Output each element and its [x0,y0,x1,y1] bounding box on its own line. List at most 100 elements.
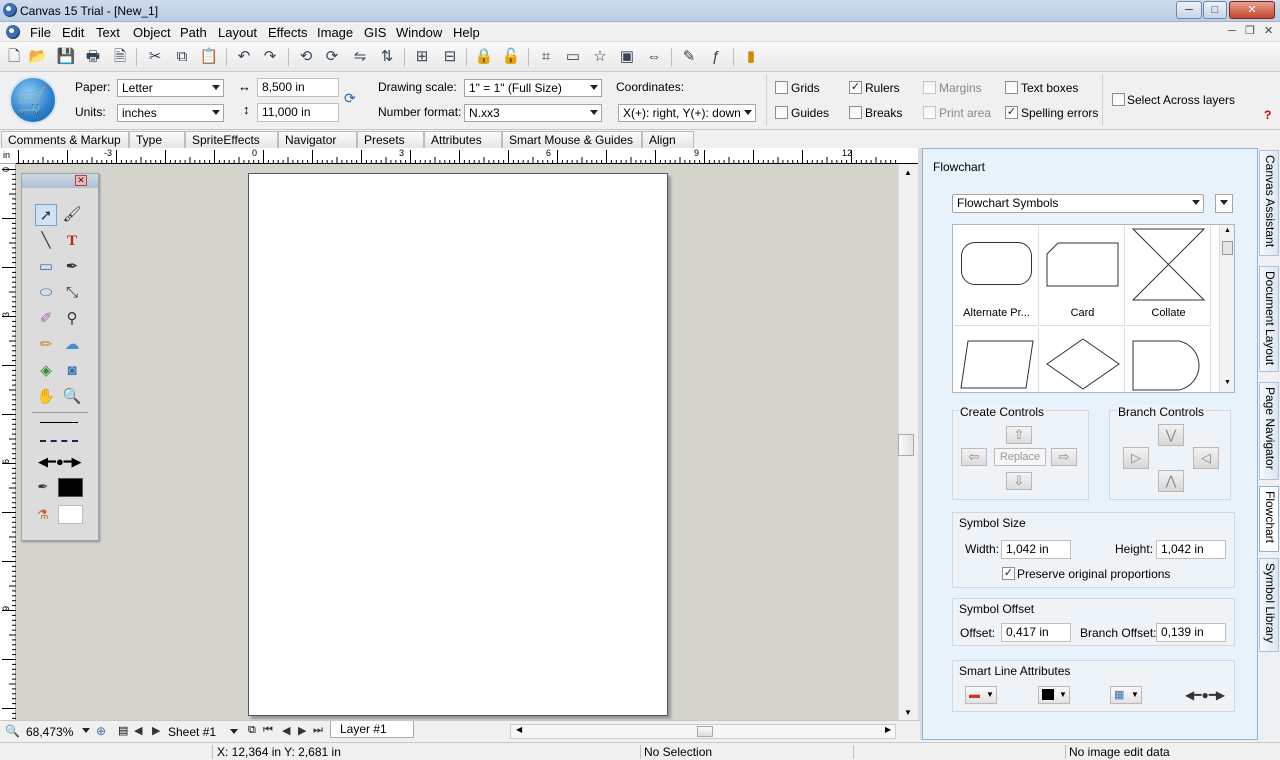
document-page[interactable] [248,173,668,716]
symbol-data[interactable] [954,328,1039,392]
scroll-thumb[interactable] [1222,241,1233,255]
group-icon[interactable]: ⊞ [412,47,432,67]
symbol-library-select[interactable]: Flowchart Symbols [952,194,1204,213]
stroke-color-swatch[interactable] [58,478,83,497]
guides-checkbox[interactable] [775,106,788,119]
coordinates-select[interactable]: X(+): right, Y(+): down [618,104,756,122]
arrowheads-icon[interactable]: ◀━●━▶ [1185,688,1225,702]
tab-navigator[interactable]: Navigator [278,131,357,148]
menu-edit[interactable]: Edit [62,25,84,40]
grids-checkbox[interactable] [775,81,788,94]
print-preview-icon[interactable]: 🗎 [110,47,130,67]
menu-effects[interactable]: Effects [268,25,308,40]
symbol-delay[interactable] [1126,328,1211,392]
sheet-selector[interactable]: Sheet #1 [168,725,216,739]
layers-icon[interactable]: ⧉ [248,724,256,737]
tab-spriteeffects[interactable]: SpriteEffects [185,131,278,148]
node-tool-icon[interactable]: ⤡ [61,282,83,304]
menu-image[interactable]: Image [317,25,353,40]
unlock-icon[interactable]: 🔓 [501,47,521,67]
branch-down-button[interactable]: ⋀ [1158,470,1184,492]
drawing-scale-select[interactable]: 1" = 1" (Full Size) [464,79,602,97]
branch-offset-input[interactable]: 0,139 in [1156,623,1226,642]
store-cart-icon[interactable]: 🛒 [9,76,57,124]
select-across-layers-checkbox[interactable] [1112,93,1125,106]
pencil-tool-icon[interactable]: ✏ [35,334,57,356]
new-icon[interactable]: 🗋 [4,47,24,67]
lock-icon[interactable]: 🔒 [474,47,494,67]
branch-up-button[interactable]: ⋁ [1158,424,1184,446]
ghost-tool-icon[interactable]: ☁ [61,334,83,356]
eyedropper-tool-icon[interactable]: ⚲ [61,308,83,330]
text-boxes-checkbox[interactable] [1005,81,1018,94]
scroll-up-icon[interactable]: ▲ [904,168,912,177]
sheet-icon[interactable]: ▤ [118,724,128,737]
symbol-grid-scrollbar[interactable]: ▲ ▼ [1219,225,1234,392]
text-tool-icon[interactable]: T [61,230,83,252]
scroll-down-icon[interactable]: ▼ [904,708,912,717]
copy-icon[interactable]: ⧉ [172,47,192,67]
spelling-errors-checkbox[interactable]: ✓ [1005,106,1018,119]
next-sheet-icon[interactable]: ▶ [152,724,160,737]
offset-input[interactable]: 0,417 in [1001,623,1071,642]
maximize-button[interactable]: □ [1203,1,1227,19]
menu-layout[interactable]: Layout [218,25,257,40]
menu-window[interactable]: Window [396,25,442,40]
edit-icon[interactable]: ✎ [679,47,699,67]
panel-splitter-handle[interactable] [898,434,914,456]
first-layer-icon[interactable]: ⏮ [263,724,273,737]
save-icon[interactable]: 💾 [56,47,76,67]
selection-tool-icon[interactable]: ➚ [35,204,57,226]
page-height-input[interactable]: 11,000 in [257,103,339,122]
oval-tool-icon[interactable]: ⬭ [35,282,57,304]
cut-icon[interactable]: ✂ [145,47,165,67]
paintbrush-tool-icon[interactable]: 🖌 [61,204,83,226]
create-up-button[interactable]: ⇧ [1006,426,1032,444]
fill-color-dropdown[interactable]: ▼ [1038,686,1070,704]
breaks-checkbox[interactable] [849,106,862,119]
rectangle-tool-icon[interactable]: ▭ [35,256,57,278]
star-icon[interactable]: ☆ [590,47,610,67]
page-width-input[interactable]: 8,500 in [257,78,339,97]
scroll-thumb[interactable] [697,726,713,737]
redo-icon[interactable]: ↷ [260,47,280,67]
drawing-workspace[interactable]: ✕ ➚ 🖌 ╲ T ▭ ✒ ⬭ ⤡ ✐ ⚲ ✏ ☁ ◈ ◙ ✋ 🔍 ◀━●━▶ … [16,164,898,720]
symbol-height-input[interactable]: 1,042 in [1156,540,1226,559]
tab-smart-mouse-guides[interactable]: Smart Mouse & Guides [502,131,642,148]
mdi-restore-icon[interactable]: ❐ [1245,24,1255,37]
scroll-down-icon[interactable]: ▼ [1224,379,1231,386]
sheet-dropdown-icon[interactable] [230,729,238,734]
zoom-out-icon[interactable]: 🔍 [5,724,20,738]
tab-document-layout[interactable]: Document Layout [1259,266,1279,372]
symbol-decision[interactable] [1040,328,1125,392]
window-icon[interactable]: ▭ [563,47,583,67]
document-icon[interactable] [6,25,20,39]
crop-icon[interactable]: ⌗ [536,47,556,67]
help-icon[interactable]: ? [1264,108,1271,122]
tab-presets[interactable]: Presets [357,131,424,148]
toolbox-close-icon[interactable]: ✕ [75,175,87,186]
menu-file[interactable]: File [30,25,51,40]
paper-select[interactable]: Letter [117,79,224,97]
line-tool-icon[interactable]: ╲ [35,230,57,252]
print-area-checkbox[interactable] [923,106,936,119]
line-ends-icon[interactable]: ◀━●━▶ [38,454,82,470]
close-button[interactable]: ✕ [1229,1,1275,19]
symbol-card[interactable]: Card [1040,226,1125,326]
menu-path[interactable]: Path [180,25,207,40]
fill-bucket-icon[interactable]: ⚗ [32,504,54,526]
print-icon[interactable]: 🖶 [83,47,103,67]
horizontal-scrollbar[interactable]: ◀ ▶ [510,724,896,739]
branch-right-button[interactable]: ◁ [1193,447,1219,469]
tab-symbol-library[interactable]: Symbol Library [1259,558,1279,652]
flip-icon[interactable]: ⇋ [350,47,370,67]
scroll-left-icon[interactable]: ◀ [516,725,522,734]
menu-text[interactable]: Text [96,25,120,40]
rotate-left-icon[interactable]: ⟲ [296,47,316,67]
preserve-proportions-checkbox[interactable]: ✓ [1002,567,1015,580]
hand-tool-icon[interactable]: ✋ [35,386,57,408]
fill-tool-icon[interactable]: ◈ [35,360,57,382]
menu-object[interactable]: Object [133,25,171,40]
tab-page-navigator[interactable]: Page Navigator [1259,382,1279,480]
next-layer-icon[interactable]: ▶ [298,724,306,737]
